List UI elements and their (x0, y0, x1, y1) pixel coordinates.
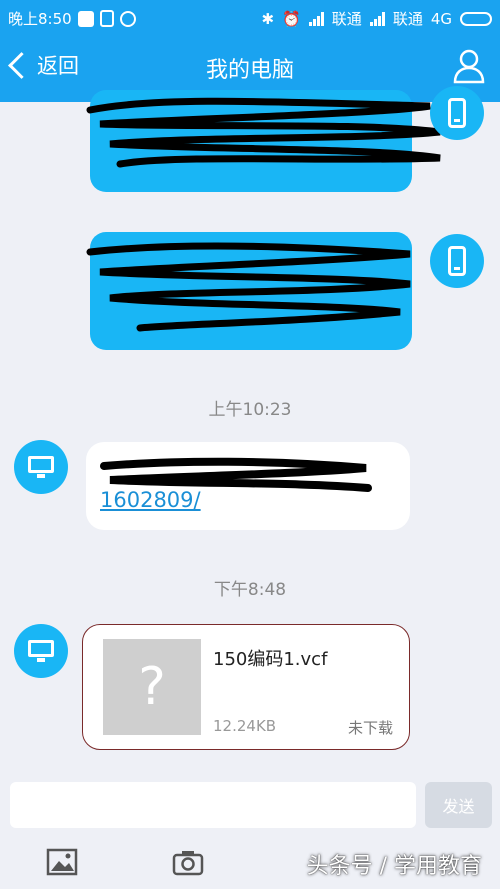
watermark: 头条号 / 学用教育 (306, 854, 482, 879)
bluetooth-icon: ✱ (261, 9, 275, 28)
page-title: 我的电脑 (205, 58, 294, 83)
signal-icon (308, 11, 324, 26)
file-message-bubble[interactable]: ? 150编码1.vcf 12.24KB 未下载 (82, 624, 410, 750)
phone-avatar[interactable] (430, 86, 484, 140)
send-button[interactable]: 发送 (425, 782, 492, 828)
wechat-icon (77, 10, 94, 27)
network-type: 4G (430, 9, 452, 28)
file-thumbnail: ? (103, 639, 201, 735)
message-input[interactable] (10, 782, 416, 828)
computer-avatar[interactable] (14, 440, 68, 494)
signal-icon-2 (369, 11, 385, 26)
status-bar: 晚上8:50 ✱ ⏰ 联通 联通 4G (0, 0, 500, 34)
question-mark-icon: ? (138, 657, 166, 717)
monitor-icon (28, 640, 54, 662)
redaction-scribble (86, 97, 441, 168)
image-icon[interactable] (46, 848, 78, 876)
monitor-icon (28, 456, 54, 478)
phone-avatar-2[interactable] (430, 234, 484, 288)
computer-avatar-2[interactable] (14, 624, 68, 678)
phone-icon (448, 98, 466, 128)
status-time: 晚上8:50 (8, 10, 72, 28)
file-download-status: 未下载 (347, 719, 393, 737)
camera-icon[interactable] (172, 848, 204, 876)
app-icon (119, 10, 136, 27)
carrier-2: 联通 (392, 10, 423, 28)
file-name: 150编码1.vcf (213, 649, 328, 670)
battery-icon (460, 11, 492, 26)
timestamp-1: 上午10:23 (208, 400, 292, 420)
redaction-scribble-2 (86, 242, 411, 332)
file-size: 12.24KB (213, 717, 277, 735)
carrier-1: 联通 (331, 10, 362, 28)
phone-icon (448, 246, 466, 276)
user-icon[interactable] (452, 48, 486, 84)
timestamp-2: 下午8:48 (213, 580, 287, 600)
alarm-icon: ⏰ (282, 9, 301, 28)
shield-icon (99, 10, 114, 27)
redaction-scribble-3 (100, 457, 372, 492)
